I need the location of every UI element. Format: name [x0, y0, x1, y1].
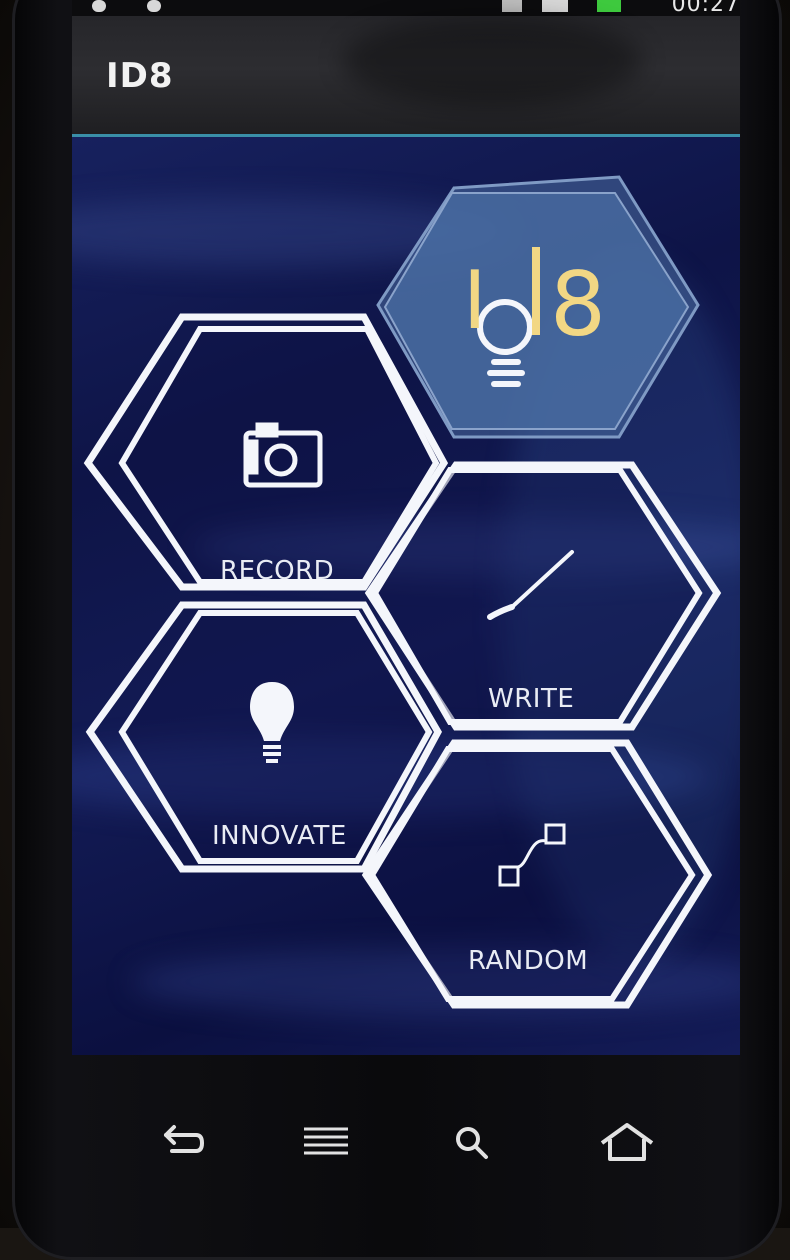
status-bar: 00:27: [72, 0, 740, 17]
record-label: RECORD: [220, 556, 334, 586]
wifi-icon: [502, 0, 522, 12]
logo-mark-left: I: [463, 254, 487, 347]
search-button[interactable]: [438, 1117, 508, 1167]
system-nav-bar: [72, 1055, 740, 1228]
random-label: RANDOM: [468, 946, 588, 976]
logo-tile: I 8: [376, 175, 700, 439]
home-button[interactable]: [592, 1117, 662, 1167]
home-icon: [600, 1123, 654, 1161]
menu-icon: [304, 1127, 348, 1155]
search-icon: [456, 1127, 488, 1159]
hex-menu: I 8 RECORD WRITE INNOVATE RANDOM: [83, 175, 722, 1009]
notification-icon: [92, 0, 106, 12]
notification-icon: [147, 0, 161, 12]
back-button[interactable]: [144, 1117, 214, 1167]
signal-icon: [542, 0, 568, 12]
glare: [342, 16, 642, 106]
logo-mark-right: 8: [550, 253, 606, 356]
write-label: WRITE: [488, 684, 574, 714]
main-content: I 8 RECORD WRITE INNOVATE RANDOM: [72, 137, 740, 1055]
status-clock: 00:27: [671, 0, 740, 17]
battery-icon: [597, 0, 621, 12]
innovate-tile[interactable]: INNOVATE: [85, 601, 443, 873]
record-tile[interactable]: RECORD: [83, 313, 449, 591]
back-icon: [164, 1125, 204, 1153]
innovate-label: INNOVATE: [212, 821, 347, 851]
app-bar: ID8: [72, 16, 740, 134]
logo-letter-d-stem: [532, 247, 540, 335]
app-title: ID8: [106, 56, 174, 96]
random-tile[interactable]: RANDOM: [361, 739, 713, 1009]
menu-button[interactable]: [290, 1117, 360, 1167]
